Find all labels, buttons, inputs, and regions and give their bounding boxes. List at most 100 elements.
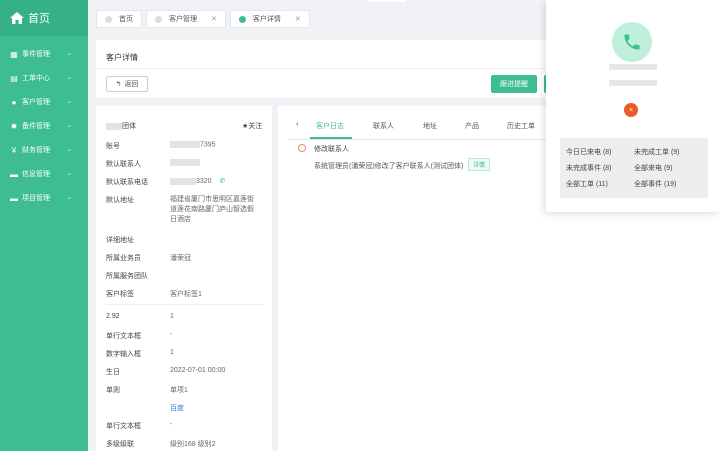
- field-value: -: [170, 421, 173, 428]
- sidebar-item-parts[interactable]: ✹ 备件管理 ⌄: [0, 114, 88, 138]
- sidebar-item-workorders[interactable]: ▤ 工单中心 ⌄: [0, 66, 88, 90]
- sidebar-item-label: 工单中心: [22, 75, 50, 82]
- timeline-dot: [298, 144, 306, 152]
- folder-icon: ▬: [10, 193, 18, 203]
- tab-dot: [105, 15, 112, 23]
- salesperson-value: 潘荣冠: [170, 255, 191, 262]
- field-label: 多级级联: [106, 441, 134, 448]
- sidebar-item-label: 项目管理: [22, 195, 50, 202]
- stat-label: 全部来电: [634, 165, 662, 172]
- sidebar-logo-label: 首页: [28, 13, 50, 25]
- chevron-down-icon: ⌄: [66, 171, 72, 177]
- field-label: 所属业务员: [106, 255, 141, 262]
- account-value: 7395: [170, 141, 216, 148]
- close-icon[interactable]: ✕: [211, 15, 217, 23]
- back-button[interactable]: ↰ 返回: [106, 76, 148, 92]
- caller-name-placeholder: [609, 64, 657, 70]
- stat-all-calls[interactable]: 全部来电 (9): [634, 163, 673, 173]
- top-indicator: [368, 0, 406, 2]
- sidebar-logo[interactable]: 首页: [0, 0, 88, 36]
- back-arrow-icon: ↰: [115, 81, 122, 88]
- gear-icon: ✹: [10, 121, 18, 131]
- incoming-call-popup: × 今日已来电 (8) 未完成工单 (9) 未完成事件 (8) 全部来电 (9)…: [546, 0, 720, 212]
- phone-icon: [624, 34, 640, 50]
- sidebar-item-events[interactable]: ▦ 事件管理 ⌄: [0, 42, 88, 66]
- tab-history-orders[interactable]: 历史工单: [507, 121, 535, 131]
- tab-dot: [238, 15, 246, 23]
- stat-all-orders[interactable]: 全部工单 (11): [566, 179, 608, 189]
- sidebar-item-label: 信息管理: [22, 171, 50, 178]
- stat-label: 未完成工单: [634, 149, 669, 156]
- field-label: 生日: [106, 369, 120, 376]
- chevron-down-icon: ⌄: [66, 147, 72, 153]
- field-value: 2022-07-01 00:00: [170, 367, 226, 374]
- field-label: 默认联系人: [106, 161, 141, 168]
- close-icon[interactable]: ✕: [295, 15, 301, 23]
- field-label: 单行文本框: [106, 423, 141, 430]
- tab-customer-detail[interactable]: 客户详情 ✕: [229, 10, 310, 28]
- redacted-text: [106, 122, 122, 130]
- redacted-text: [170, 159, 200, 166]
- field-value: 1: [170, 349, 174, 356]
- tab-products[interactable]: 产品: [465, 121, 479, 131]
- tab-contacts[interactable]: 联系人: [373, 121, 394, 131]
- redacted-text: [170, 177, 196, 185]
- sidebar-item-customers[interactable]: ● 客户管理 ⌄: [0, 90, 88, 114]
- phone-suffix: 3320: [196, 178, 212, 185]
- phone-avatar: [612, 22, 652, 62]
- tab-customer-log[interactable]: 客户日志: [316, 121, 344, 131]
- chevron-down-icon: ⌄: [66, 51, 72, 57]
- redacted-text: [170, 141, 200, 148]
- follow-button[interactable]: ★关注: [242, 121, 262, 131]
- call-stats: 今日已来电 (8) 未完成工单 (9) 未完成事件 (8) 全部来电 (9) 全…: [560, 138, 708, 198]
- tab-customer-management[interactable]: 客户管理 ✕: [146, 10, 226, 28]
- field-label: 账号: [106, 143, 120, 150]
- default-contact-value: [170, 159, 200, 166]
- stat-count: (19): [663, 181, 677, 188]
- sidebar-item-label: 事件管理: [22, 51, 50, 58]
- sidebar-item-label: 备件管理: [22, 123, 50, 130]
- field-label: 详细地址: [106, 237, 134, 244]
- sidebar-item-projects[interactable]: ▬ 项目管理 ⌄: [0, 186, 88, 210]
- detail-button[interactable]: 详情: [468, 158, 491, 171]
- field-label: 所属服务团队: [106, 273, 148, 280]
- log-title: 修改联系人: [314, 146, 349, 153]
- field-label: 默认地址: [106, 197, 134, 204]
- phone-value: 3320 ✆: [170, 177, 225, 185]
- stat-today-calls[interactable]: 今日已来电 (8): [566, 147, 612, 157]
- sidebar-item-finance[interactable]: ¥ 财务管理 ⌄: [0, 138, 88, 162]
- field-value: 单项1: [170, 387, 188, 394]
- hangup-button[interactable]: ×: [624, 103, 638, 117]
- stat-label: 全部事件: [634, 181, 662, 188]
- follow-reminder-button[interactable]: 跟进提醒: [491, 75, 537, 93]
- field-value: 1: [170, 313, 174, 320]
- stat-count: (8): [602, 165, 612, 172]
- field-label: 数字输入框: [106, 351, 141, 358]
- field-label: 客户标签: [106, 291, 134, 298]
- stat-open-events[interactable]: 未完成事件 (8): [566, 163, 612, 173]
- customer-name: 团体: [106, 121, 136, 131]
- document-icon: ▤: [10, 73, 18, 83]
- field-label: 2.92: [106, 313, 120, 320]
- home-icon: [10, 12, 24, 24]
- stat-all-events[interactable]: 全部事件 (19): [634, 179, 676, 189]
- stat-open-orders[interactable]: 未完成工单 (9): [634, 147, 680, 157]
- customer-info-panel: 团体 ★关注 账号 7395 默认联系人 默认联系电话 3320 ✆ 默认地址 福…: [96, 106, 272, 451]
- phone-icon[interactable]: ✆: [220, 178, 226, 185]
- subtab-prev-arrow[interactable]: ‹: [296, 119, 299, 128]
- caller-number-placeholder: [609, 80, 657, 86]
- customer-name-suffix: 团体: [122, 123, 136, 130]
- message-icon: ▬: [10, 169, 18, 179]
- tab-address[interactable]: 地址: [423, 121, 437, 131]
- sidebar-item-label: 财务管理: [22, 147, 50, 154]
- account-suffix: 7395: [200, 141, 216, 149]
- field-value: -: [170, 331, 173, 338]
- stat-label: 全部工单: [566, 181, 594, 188]
- tab-label: 客户管理: [169, 16, 197, 23]
- baidu-link[interactable]: 百度: [170, 403, 184, 413]
- chevron-down-icon: ⌄: [66, 99, 72, 105]
- tab-home[interactable]: 首页: [96, 10, 142, 28]
- address-value: 福建省厦门市思明区嘉莲街道莲花南路厦门庐山智选假日酒店: [170, 196, 254, 223]
- sidebar-item-info[interactable]: ▬ 信息管理 ⌄: [0, 162, 88, 186]
- chevron-down-icon: ⌄: [66, 75, 72, 81]
